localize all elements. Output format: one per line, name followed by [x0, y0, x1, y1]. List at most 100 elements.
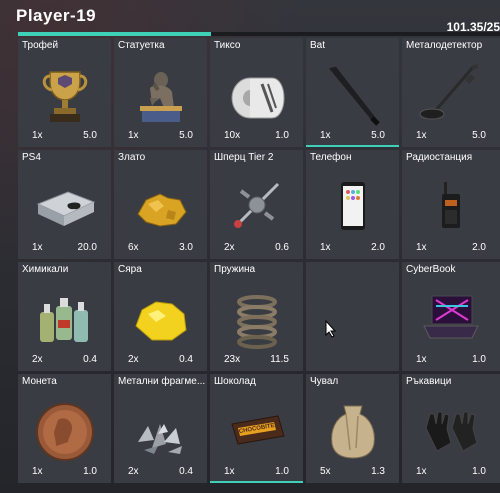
item-quantity: 1x — [32, 466, 43, 477]
item-quantity: 2x — [128, 466, 139, 477]
item-weight: 5.0 — [83, 130, 97, 141]
item-name: Химикали — [22, 264, 69, 275]
item-weight: 1.3 — [371, 466, 385, 477]
inventory-slot[interactable]: Телефон 1x 2.0 — [306, 150, 399, 259]
inventory-slot[interactable]: Химикали 2x 0.4 — [18, 262, 111, 371]
inventory-grid: Трофей 1x 5.0 Статуетка 1x 5.0 Тиксо 10x… — [18, 38, 500, 483]
chocolate-bar-icon: CHOCOBITE — [230, 415, 285, 445]
item-quantity: 2x — [224, 242, 235, 253]
inventory-slot[interactable]: Тиксо 10x 1.0 — [210, 38, 303, 147]
item-name: Сяра — [118, 264, 142, 275]
item-name: Тиксо — [214, 40, 241, 51]
coin-icon — [35, 402, 94, 461]
item-weight: 1.0 — [275, 130, 289, 141]
chemical-bottles-icon — [39, 297, 88, 342]
item-quantity: 1x — [224, 466, 235, 477]
item-weight: 20.0 — [77, 242, 97, 253]
lockpick-icon — [233, 182, 279, 228]
item-weight: 2.0 — [371, 242, 385, 253]
item-quantity: 1x — [128, 130, 139, 141]
item-quantity: 1x — [32, 130, 43, 141]
inventory-slot[interactable]: Ръкавици 1x 1.0 — [402, 374, 500, 483]
item-name: Пружина — [214, 264, 256, 275]
metal-fragments-icon — [137, 423, 182, 454]
inventory-slot[interactable]: Чувал 5x 1.3 — [306, 374, 399, 483]
inventory-slot[interactable]: Трофей 1x 5.0 — [18, 38, 111, 147]
item-name: Метални фрагме... — [118, 376, 206, 387]
selection-highlight — [306, 145, 399, 147]
inventory-slot[interactable]: Шоколад CHOCOBITE 1x 1.0 — [210, 374, 303, 483]
item-quantity: 2x — [128, 354, 139, 365]
item-weight: 0.4 — [179, 354, 193, 365]
inventory-slot[interactable]: CyberBook 1x 1.0 — [402, 262, 500, 371]
baseball-bat-icon — [326, 65, 380, 126]
inventory-slot[interactable]: Радиостанция 1x 2.0 — [402, 150, 500, 259]
item-name: Статуетка — [118, 40, 165, 51]
inventory-slot[interactable]: Сяра 2x 0.4 — [114, 262, 207, 371]
item-quantity: 1x — [416, 130, 427, 141]
item-quantity: 1x — [32, 242, 43, 253]
item-name: Шоколад — [214, 376, 256, 387]
item-weight: 5.0 — [179, 130, 193, 141]
item-name: PS4 — [22, 152, 41, 163]
item-name: Телефон — [310, 152, 352, 163]
item-weight: 3.0 — [179, 242, 193, 253]
item-quantity: 5x — [320, 466, 331, 477]
item-quantity: 1x — [320, 242, 331, 253]
item-quantity: 10x — [224, 130, 241, 141]
item-quantity: 23x — [224, 354, 241, 365]
item-quantity: 1x — [320, 130, 331, 141]
item-quantity: 1x — [416, 354, 427, 365]
item-name: Монета — [22, 376, 57, 387]
inventory-slot[interactable]: Злато 6x 3.0 — [114, 150, 207, 259]
item-name: Ръкавици — [406, 376, 452, 387]
item-weight: 5.0 — [371, 130, 385, 141]
inventory-slot[interactable]: Монета 1x 1.0 — [18, 374, 111, 483]
item-weight: 2.0 — [472, 242, 486, 253]
inventory-slot-empty[interactable] — [306, 262, 399, 371]
thinker-statue-icon — [139, 71, 182, 122]
item-weight: 1.0 — [83, 466, 97, 477]
console-icon — [36, 191, 95, 226]
radio-icon — [442, 181, 460, 228]
tape-roll-icon — [231, 77, 285, 119]
item-weight: 0.6 — [275, 242, 289, 253]
item-name: Шперц Tier 2 — [214, 152, 274, 163]
player-name: Player-19 — [16, 6, 97, 25]
item-name: Злато — [118, 152, 146, 163]
weight-bar — [18, 32, 500, 36]
item-name: Bat — [310, 40, 326, 51]
sulfur-icon — [134, 301, 187, 341]
laptop-icon — [423, 295, 479, 339]
item-name: Металодетектор — [406, 40, 483, 51]
sack-icon — [330, 405, 375, 459]
item-name: Трофей — [22, 40, 59, 51]
inventory-slot[interactable]: PS4 1x 20.0 — [18, 150, 111, 259]
gold-nugget-icon — [136, 193, 187, 227]
selection-highlight — [210, 481, 303, 483]
item-name: CyberBook — [406, 264, 456, 275]
inventory-slot[interactable]: Пружина 23x 11.5 — [210, 262, 303, 371]
item-weight: 11.5 — [270, 354, 289, 365]
item-quantity: 6x — [128, 242, 139, 253]
inventory-slot[interactable]: Шперц Tier 2 2x 0.6 — [210, 150, 303, 259]
item-weight: 1.0 — [275, 466, 289, 477]
inventory-header: Player-19 101.35/25 — [0, 0, 500, 38]
gloves-icon — [425, 411, 478, 452]
inventory-slot[interactable]: Статуетка 1x 5.0 — [114, 38, 207, 147]
inventory-slot[interactable]: Метални фрагме... 2x 0.4 — [114, 374, 207, 483]
item-name: Чувал — [310, 376, 339, 387]
item-weight: 1.0 — [472, 354, 486, 365]
item-quantity: 2x — [32, 354, 43, 365]
item-weight: 5.0 — [472, 130, 486, 141]
weight-bar-fill — [18, 32, 211, 36]
smartphone-icon — [340, 181, 365, 230]
inventory-slot[interactable]: Металодетектор 1x 5.0 — [402, 38, 500, 147]
item-name: Радиостанция — [406, 152, 473, 163]
trophy-icon — [42, 70, 87, 122]
item-weight: 0.4 — [179, 466, 193, 477]
inventory-slot[interactable]: Bat 1x 5.0 — [306, 38, 399, 147]
item-quantity: 1x — [416, 466, 427, 477]
item-weight: 1.0 — [472, 466, 486, 477]
item-weight: 0.4 — [83, 354, 97, 365]
